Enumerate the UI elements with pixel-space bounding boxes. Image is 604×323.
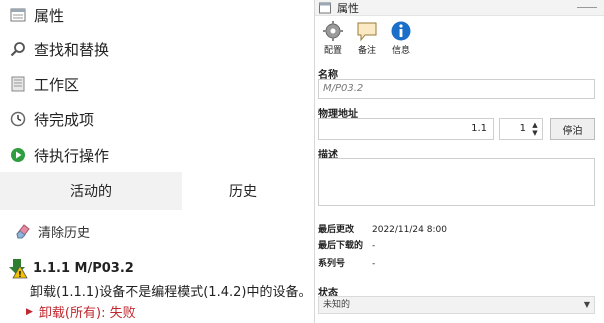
svg-text:!: ! [18,270,22,279]
serial-row: 系列号 - [318,256,375,269]
config-button[interactable]: 配置 [317,20,349,58]
history-entry-title[interactable]: ! 1.1.1 M/P03.2 [8,257,134,279]
download-warning-icon: ! [9,259,28,279]
gear-icon [323,21,343,41]
panel-title: 属性 [337,1,359,15]
address-sub-stepper[interactable]: 1 ▲ ▼ [499,118,543,140]
search-icon [10,42,25,57]
last-downloaded-label: 最后下载的 [318,241,364,251]
description-field[interactable] [318,158,595,206]
nav-item-find-replace[interactable]: 查找和替换 [0,34,304,64]
info-label: 信息 [391,46,410,56]
note-icon [357,22,377,42]
nav-item-properties[interactable]: 属性 [0,0,304,30]
history-entry-message: 卸载(1.1.1)设备不是编程模式(1.4.2)中的设备。 [30,285,312,300]
serial-value: - [372,259,376,269]
tab-history[interactable]: 历史 [182,172,304,210]
panel-toolbar: 配置 备注 信息 [315,18,604,58]
nav-item-workspace[interactable]: 工作区 [0,69,304,99]
chevron-down-icon: ▼ [583,300,590,309]
address-main-field[interactable]: 1.1 [318,118,494,140]
nav-item-label: 待完成项 [34,110,95,129]
left-pane: 属性 查找和替换 工作区 待完成项 待执行操作 活动的 历史 清除历史 ! 1.… [0,0,311,323]
history-entry-result[interactable]: ▶ 卸载(所有): 失败 [26,302,136,321]
nav-item-label: 查找和替换 [34,40,110,59]
info-button[interactable]: 信息 [385,20,417,58]
clear-history-label: 清除历史 [38,225,91,241]
tab-strip: 活动的 历史 [0,172,304,210]
serial-label: 系列号 [318,259,346,269]
note-button[interactable]: 备注 [351,20,383,58]
history-entry-title-text: 1.1.1 M/P03.2 [33,260,134,276]
last-downloaded-value: - [372,241,376,251]
config-label: 配置 [323,46,342,56]
eraser-icon [16,224,30,239]
properties-icon [319,2,331,13]
note-label: 备注 [357,46,376,56]
address-sub-value: 1 [519,123,526,134]
nav-item-label: 属性 [34,6,65,25]
tab-active[interactable]: 活动的 [0,172,182,210]
state-value: 未知的 [323,300,351,310]
workspace-icon [11,76,25,92]
nav-item-label: 工作区 [34,75,80,94]
park-button[interactable]: 停泊 [550,118,595,140]
panel-minimize-icon[interactable] [577,7,597,8]
spinner-arrows-icon[interactable]: ▲ ▼ [530,121,540,137]
last-changed-value: 2022/11/24 8:00 [372,225,447,235]
properties-panel: 属性 配置 备注 信息 名称 M/P03.2 物理地址 1.1 1 ▲ ▼ 停泊… [314,0,604,323]
panel-title-bar: 属性 [315,0,604,16]
last-changed-label: 最后更改 [318,225,355,235]
last-downloaded-row: 最后下载的 - [318,238,375,251]
properties-icon [10,8,26,22]
last-changed-row: 最后更改 2022/11/24 8:00 [318,222,447,235]
nav-item-label: 待执行操作 [34,146,110,165]
tab-label: 活动的 [70,184,112,200]
tab-label: 历史 [229,184,257,200]
expand-triangle-icon[interactable]: ▶ [26,307,33,317]
clear-history-button[interactable]: 清除历史 [14,220,90,242]
play-icon [11,148,25,162]
name-field[interactable]: M/P03.2 [318,79,595,99]
clock-icon [10,111,26,127]
nav-item-pending-operations[interactable]: 待执行操作 [0,140,304,170]
nav-item-pending[interactable]: 待完成项 [0,104,304,134]
state-select[interactable]: 未知的 ▼ [318,296,595,314]
pane-splitter[interactable] [304,0,314,323]
info-icon [391,21,411,41]
history-entry-result-text: 卸载(所有): 失败 [38,306,136,321]
